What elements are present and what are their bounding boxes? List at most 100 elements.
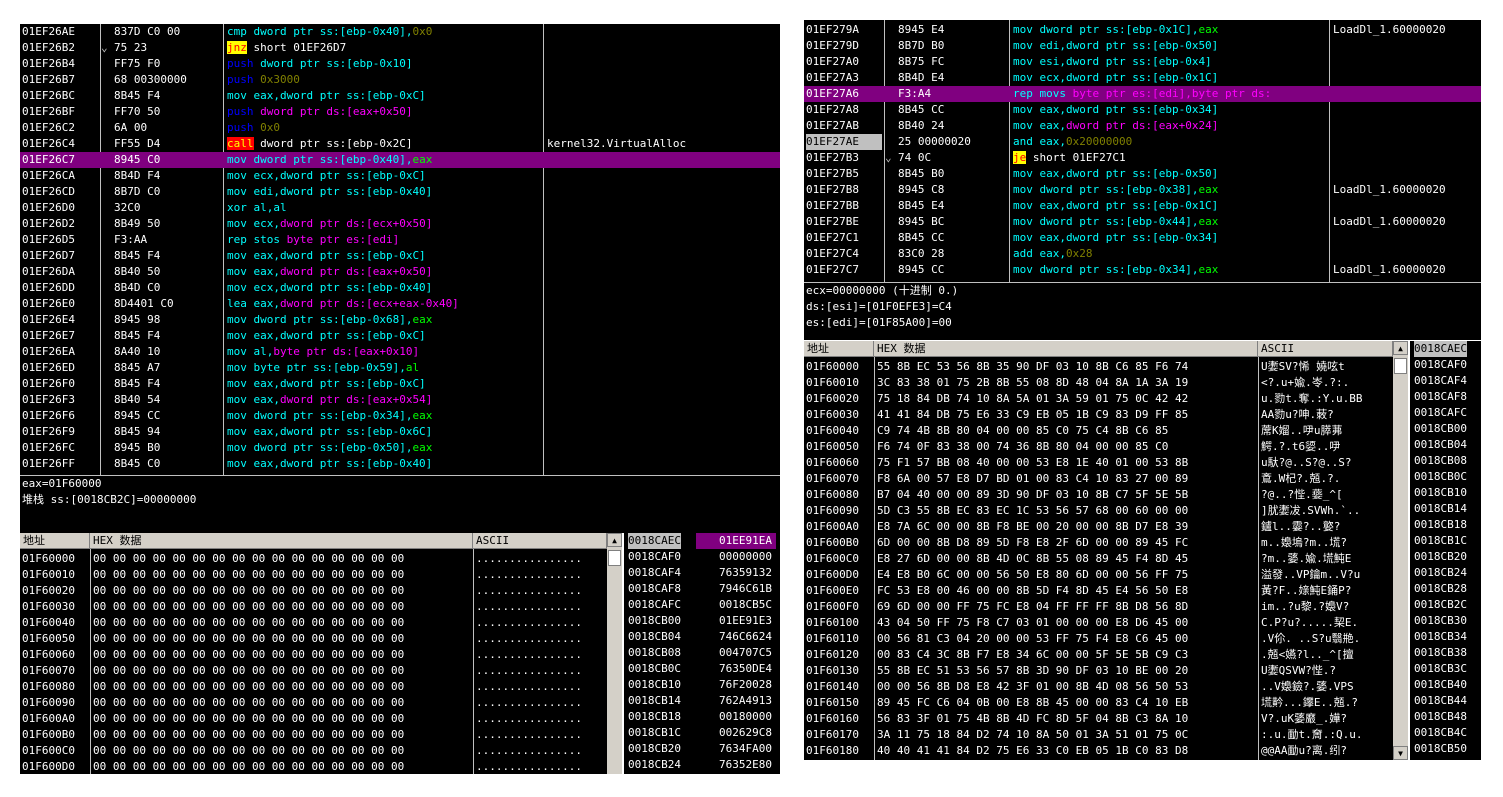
stack-row[interactable]: 0018CAF4 76359132 [624, 565, 780, 581]
stack-row[interactable]: 0018CB34 [1410, 629, 1481, 645]
stack-row[interactable]: 0018CAF4 [1410, 373, 1481, 389]
dump-header-hex[interactable]: HEX 数据 [874, 341, 1258, 357]
disasm-row[interactable]: 01EF27BE 8945 BC mov dword ptr ss:[ebp-0x4… [804, 214, 1481, 230]
dump-row[interactable]: 01F60000 55 8B EC 53 56 8B 35 90 DF 03 10… [804, 359, 1393, 375]
disasm-row[interactable]: 01EF27B5 8B45 B0 mov eax,dword ptr ss:[ebp… [804, 166, 1481, 182]
disasm-row[interactable]: 01EF26DA 8B40 50 mov eax,dword ptr ds:[eax… [20, 264, 780, 280]
disasm-row[interactable]: 01EF27B8 8945 C8 mov dword ptr ss:[ebp-0x3… [804, 182, 1481, 198]
stack-row[interactable]: 0018CB20 7634FA00 [624, 741, 780, 757]
disasm-row[interactable]: 01EF26BF FF70 50 push dword ptr ds:[eax+0x… [20, 104, 780, 120]
stack-row[interactable]: 0018CAFC 0018CB5C [624, 597, 780, 613]
stack-row[interactable]: 0018CB1C 002629C8 [624, 725, 780, 741]
dump-row[interactable]: 01F600D0 00 00 00 00 00 00 00 00 00 00 00… [20, 759, 607, 774]
stack-row[interactable]: 0018CAF8 7946C61B [624, 581, 780, 597]
stack-row[interactable]: 0018CB40 [1410, 677, 1481, 693]
stack-row[interactable]: 0018CB24 76352E80 [624, 757, 780, 773]
dump-row[interactable]: 01F60080 00 00 00 00 00 00 00 00 00 00 00… [20, 679, 607, 695]
dump-row[interactable]: 01F600A0 00 00 00 00 00 00 00 00 00 00 00… [20, 711, 607, 727]
dump-row[interactable]: 01F60130 55 8B EC 51 53 56 57 8B 3D 90 DF… [804, 663, 1393, 679]
disasm-row[interactable]: 01EF279A 8945 E4 mov dword ptr ss:[ebp-0x1… [804, 22, 1481, 38]
stack-row[interactable]: 0018CAEC [1410, 341, 1481, 357]
left-dump-pane[interactable]: 地址 HEX 数据 ASCII 01F60000 00 00 00 00 00 0… [20, 533, 622, 774]
stack-row[interactable]: 0018CB18 [1410, 517, 1481, 533]
disasm-row[interactable]: 01EF27AB 8B40 24 mov eax,dword ptr ds:[eax… [804, 118, 1481, 134]
dump-row[interactable]: 01F600A0 E8 7A 6C 00 00 8B F8 BE 00 20 00… [804, 519, 1393, 535]
right-stack-pane[interactable]: 0018CAEC 0018CAF0 0018CAF4 0018CAF8 0018CAFC… [1410, 341, 1481, 760]
dump-scrollbar[interactable]: ▲ ▼ [1393, 341, 1408, 760]
disasm-row[interactable]: 01EF27B3 ⌄ 74 0C je short 01EF27C1 [804, 150, 1481, 166]
left-stack-pane[interactable]: 0018CAEC 01EE91EA 0018CAF0 00000000 0018CAF4… [624, 533, 780, 774]
disasm-row[interactable]: 01EF27AE 25 00000020 and eax,0x20000000 [804, 134, 1481, 150]
right-disasm-pane[interactable]: 01EF279A 8945 E4 mov dword ptr ss:[ebp-0x1… [804, 20, 1481, 282]
disasm-row[interactable]: 01EF26D7 8B45 F4 mov eax,dword ptr ss:[ebp… [20, 248, 780, 264]
disasm-row[interactable]: 01EF26DD 8B4D C0 mov ecx,dword ptr ss:[ebp… [20, 280, 780, 296]
stack-row[interactable]: 0018CB48 [1410, 709, 1481, 725]
scroll-thumb[interactable] [608, 550, 621, 566]
dump-row[interactable]: 01F60180 40 40 41 41 84 D2 75 E6 33 C0 EB… [804, 743, 1393, 759]
dump-row[interactable]: 01F60090 00 00 00 00 00 00 00 00 00 00 00… [20, 695, 607, 711]
disasm-row[interactable]: 01EF26D2 8B49 50 mov ecx,dword ptr ds:[ecx… [20, 216, 780, 232]
disasm-row[interactable]: 01EF26ED 8845 A7 mov byte ptr ss:[ebp-0x59… [20, 360, 780, 376]
disasm-row[interactable]: 01EF26CD 8B7D C0 mov edi,dword ptr ss:[ebp… [20, 184, 780, 200]
stack-row[interactable]: 0018CAF0 [1410, 357, 1481, 373]
stack-row[interactable]: 0018CB4C [1410, 725, 1481, 741]
stack-row[interactable]: 0018CAEC 01EE91EA [624, 533, 780, 549]
dump-row[interactable]: 01F60050 00 00 00 00 00 00 00 00 00 00 00… [20, 631, 607, 647]
disasm-row[interactable]: 01EF26AE 837D C0 00 cmp dword ptr ss:[ebp-… [20, 24, 780, 40]
disasm-row[interactable]: 01EF26B2 ⌄ 75 23 jnz short 01EF26D7 [20, 40, 780, 56]
dump-row[interactable]: 01F60040 00 00 00 00 00 00 00 00 00 00 00… [20, 615, 607, 631]
stack-row[interactable]: 0018CB1C [1410, 533, 1481, 549]
dump-row[interactable]: 01F60070 00 00 00 00 00 00 00 00 00 00 00… [20, 663, 607, 679]
disasm-row[interactable]: 01EF26F0 8B45 F4 mov eax,dword ptr ss:[ebp… [20, 376, 780, 392]
dump-header-address[interactable]: 地址 [804, 341, 874, 357]
disasm-row[interactable]: 01EF26F6 8945 CC mov dword ptr ss:[ebp-0x3… [20, 408, 780, 424]
dump-row[interactable]: 01F600C0 E8 27 6D 00 00 8B 4D 0C 8B 55 08… [804, 551, 1393, 567]
stack-row[interactable]: 0018CB04 [1410, 437, 1481, 453]
disasm-row[interactable]: 01EF26E0 8D4401 C0 lea eax,dword ptr ds:[e… [20, 296, 780, 312]
dump-row[interactable]: 01F60070 F8 6A 00 57 E8 D7 BD 01 00 83 C4… [804, 471, 1393, 487]
stack-row[interactable]: 0018CB10 76F20028 [624, 677, 780, 693]
dump-row[interactable]: 01F600B0 00 00 00 00 00 00 00 00 00 00 00… [20, 727, 607, 743]
dump-row[interactable]: 01F60010 3C 83 38 01 75 2B 8B 55 08 8D 48… [804, 375, 1393, 391]
disasm-row[interactable]: 01EF26B4 FF75 F0 push dword ptr ss:[ebp-0x… [20, 56, 780, 72]
dump-scrollbar[interactable]: ▲ [607, 533, 622, 774]
stack-row[interactable]: 0018CB3C [1410, 661, 1481, 677]
dump-row[interactable]: 01F60170 3A 11 75 18 84 D2 74 10 8A 50 01… [804, 727, 1393, 743]
dump-header-ascii[interactable]: ASCII [1258, 341, 1393, 357]
stack-row[interactable]: 0018CB30 [1410, 613, 1481, 629]
dump-row[interactable]: 01F60010 00 00 00 00 00 00 00 00 00 00 00… [20, 567, 607, 583]
right-dump-pane[interactable]: 地址 HEX 数据 ASCII 01F60000 55 8B EC 53 56 8… [804, 341, 1408, 760]
dump-row[interactable]: 01F600B0 6D 00 00 8B D8 89 5D F8 E8 2F 6D… [804, 535, 1393, 551]
dump-row[interactable]: 01F60060 00 00 00 00 00 00 00 00 00 00 00… [20, 647, 607, 663]
dump-row[interactable]: 01F60020 75 18 84 DB 74 10 8A 5A 01 3A 59… [804, 391, 1393, 407]
dump-row[interactable]: 01F600F0 69 6D 00 00 FF 75 FC E8 04 FF FF… [804, 599, 1393, 615]
stack-row[interactable]: 0018CB20 [1410, 549, 1481, 565]
dump-row[interactable]: 01F60100 43 04 50 FF 75 F8 C7 03 01 00 00… [804, 615, 1393, 631]
disasm-row[interactable]: 01EF26C7 8945 C0 mov dword ptr ss:[ebp-0x4… [20, 152, 780, 168]
disasm-row[interactable]: 01EF26E7 8B45 F4 mov eax,dword ptr ss:[ebp… [20, 328, 780, 344]
disasm-row[interactable]: 01EF26B7 68 00300000 push 0x3000 [20, 72, 780, 88]
stack-row[interactable]: 0018CB04 746C6624 [624, 629, 780, 645]
disasm-row[interactable]: 01EF26BC 8B45 F4 mov eax,dword ptr ss:[ebp… [20, 88, 780, 104]
dump-row[interactable]: 01F60030 00 00 00 00 00 00 00 00 00 00 00… [20, 599, 607, 615]
disasm-row[interactable]: 01EF26FC 8945 B0 mov dword ptr ss:[ebp-0x5… [20, 440, 780, 456]
disasm-row[interactable]: 01EF27C1 8B45 CC mov eax,dword ptr ss:[ebp… [804, 230, 1481, 246]
dump-row[interactable]: 01F60140 00 00 56 8B D8 E8 42 3F 01 00 8B… [804, 679, 1393, 695]
stack-row[interactable]: 0018CB44 [1410, 693, 1481, 709]
disasm-row[interactable]: 01EF27BB 8B45 E4 mov eax,dword ptr ss:[ebp… [804, 198, 1481, 214]
dump-row[interactable]: 01F600D0 E4 E8 B0 6C 00 00 56 50 E8 80 6D… [804, 567, 1393, 583]
stack-row[interactable]: 0018CB14 762A4913 [624, 693, 780, 709]
stack-row[interactable]: 0018CB08 004707C5 [624, 645, 780, 661]
stack-row[interactable]: 0018CB08 [1410, 453, 1481, 469]
disasm-row[interactable]: 01EF26F9 8B45 94 mov eax,dword ptr ss:[ebp… [20, 424, 780, 440]
disasm-row[interactable]: 01EF27C7 8945 CC mov dword ptr ss:[ebp-0x3… [804, 262, 1481, 278]
disasm-row[interactable]: 01EF27A6 F3:A4 rep movs byte ptr es:[edi],… [804, 86, 1481, 102]
disasm-row[interactable]: 01EF26FF 8B45 C0 mov eax,dword ptr ss:[ebp… [20, 456, 780, 472]
dump-row[interactable]: 01F60060 75 F1 57 BB 08 40 00 00 53 E8 1E… [804, 455, 1393, 471]
stack-row[interactable]: 0018CAFC [1410, 405, 1481, 421]
dump-row[interactable]: 01F600C0 00 00 00 00 00 00 00 00 00 00 00… [20, 743, 607, 759]
dump-row[interactable]: 01F60020 00 00 00 00 00 00 00 00 00 00 00… [20, 583, 607, 599]
stack-row[interactable]: 0018CB0C 76350DE4 [624, 661, 780, 677]
dump-row[interactable]: 01F600E0 FC 53 E8 00 46 00 00 8B 5D F4 8D… [804, 583, 1393, 599]
disasm-row[interactable]: 01EF26C4 FF55 D4 call dword ptr ss:[ebp-0x… [20, 136, 780, 152]
